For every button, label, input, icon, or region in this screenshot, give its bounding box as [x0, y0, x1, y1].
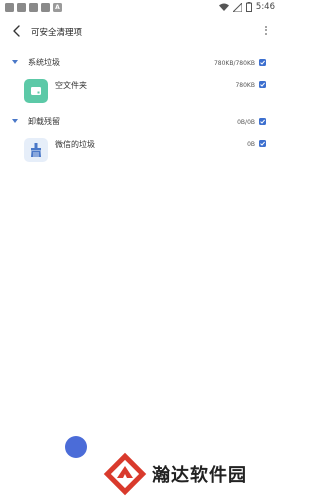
group-checkbox[interactable] — [259, 118, 266, 125]
group-header-uninstall-residue[interactable]: 卸载残留 0B/0B — [0, 114, 281, 130]
watermark: 瀚达软件园 — [97, 450, 281, 500]
page-title: 可安全清理项 — [31, 28, 83, 38]
group-checkbox[interactable] — [259, 59, 266, 66]
group-name: 系统垃圾 — [28, 58, 60, 67]
notification-icon — [17, 3, 26, 12]
watermark-logo-icon — [103, 452, 147, 496]
floating-action-button[interactable] — [65, 436, 87, 458]
status-system-icons: 5:46 — [218, 2, 275, 12]
wifi-icon — [218, 3, 229, 11]
collapse-caret-icon[interactable] — [12, 60, 18, 64]
status-bar: A 5:46 — [0, 0, 281, 16]
list-item-wechat-junk[interactable]: 微信的垃圾 0B — [0, 135, 281, 165]
status-time: 5:46 — [255, 2, 275, 12]
item-size: 0B — [247, 141, 255, 148]
item-name: 空文件夹 — [55, 81, 87, 90]
app-bar: 可安全清理项 — [0, 18, 281, 46]
watermark-text: 瀚达软件园 — [152, 465, 247, 486]
notification-icon — [29, 3, 38, 12]
app-a-icon: A — [53, 3, 62, 12]
list-item-empty-folder[interactable]: 空文件夹 780KB — [0, 76, 281, 106]
group-size: 780KB/780KB — [213, 60, 255, 67]
more-options-icon[interactable] — [263, 24, 269, 38]
notification-icon — [41, 3, 50, 12]
status-notification-icons: A — [5, 3, 62, 12]
group-size: 0B/0B — [237, 119, 255, 126]
signal-icon — [232, 2, 242, 12]
folder-icon — [24, 79, 48, 103]
collapse-caret-icon[interactable] — [12, 119, 18, 123]
broom-icon — [24, 138, 48, 162]
group-name: 卸载残留 — [28, 117, 60, 126]
group-header-system-junk[interactable]: 系统垃圾 780KB/780KB — [0, 55, 281, 71]
item-size: 780KB — [235, 82, 255, 89]
back-arrow-icon[interactable] — [10, 23, 24, 39]
item-name: 微信的垃圾 — [55, 140, 95, 149]
item-checkbox[interactable] — [259, 140, 266, 147]
notification-icon — [5, 3, 14, 12]
battery-icon — [245, 2, 252, 12]
item-checkbox[interactable] — [259, 81, 266, 88]
